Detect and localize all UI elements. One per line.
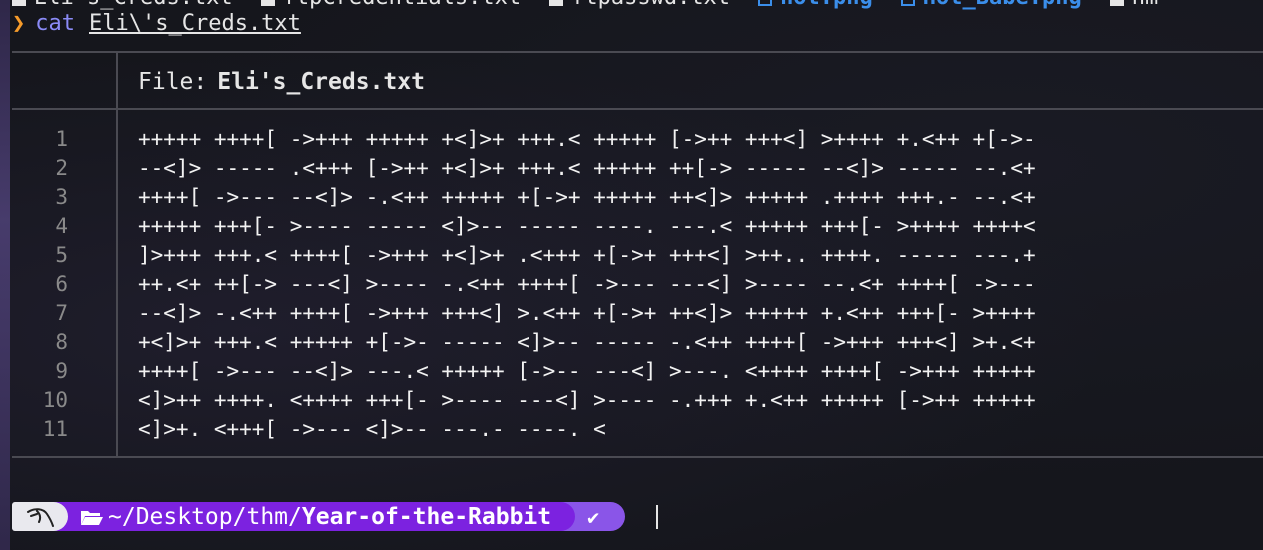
ls-item: ftpCredentials.txt — [260, 0, 521, 10]
ls-item: ftpasswd.txt — [549, 0, 730, 9]
file-header: File: Eli's_Creds.txt — [138, 65, 425, 99]
line-number: 4 — [55, 214, 68, 238]
line-number: 10 — [42, 388, 68, 412]
line-number: 3 — [55, 185, 68, 209]
text-file-icon — [1109, 0, 1124, 6]
cwd-path-current: Year-of-the-Rabbit — [301, 503, 552, 530]
ls-item-name: ftpCredentials.txt — [283, 0, 521, 10]
image-file-icon — [758, 0, 773, 6]
ls-item: Eli's_Creds.txt — [12, 0, 233, 9]
line-number: 7 — [55, 301, 68, 325]
cwd-segment: ~/Desktop/thm/Year-of-the-Rabbit — [52, 502, 576, 531]
line-number: 9 — [55, 359, 68, 383]
bat-output-frame: File: Eli's_Creds.txt 1 2 3 4 5 6 7 8 9 10 11 +++++… — [12, 51, 1263, 458]
line-number: 8 — [55, 330, 68, 354]
line-number: 2 — [55, 156, 68, 180]
file-content[interactable]: +++++ ++++[ ->+++ +++++ +<]>+ +++.< ++++… — [138, 125, 1036, 444]
line-number: 6 — [55, 272, 68, 296]
line-number: 5 — [55, 243, 68, 267]
code-line: +++++ +++[- >---- ----- <]>-- ----- ----… — [138, 214, 1036, 238]
shell-prompt: ~/Desktop/thm/Year-of-the-Rabbit ✔ — [12, 502, 626, 531]
code-line: ++.<+ ++[-> ---<] >---- -.<++ ++++[ ->--… — [138, 272, 1036, 296]
code-line: <]>++ ++++. <++++ +++[- >---- ---<] >---… — [138, 388, 1036, 412]
file-label: File: — [138, 69, 208, 95]
code-line: ]>+++ +++.< ++++[ ->+++ +<]>+ .<+++ +[->… — [138, 243, 1036, 267]
file-name: Eli's_Creds.txt — [217, 69, 425, 95]
ls-item: hm — [1109, 0, 1159, 10]
ls-item: Hot_Babe.png — [900, 0, 1082, 10]
line-number: 11 — [42, 417, 68, 441]
code-line: ++++[ ->--- --<]> -.<++ +++++ +[->+ ++++… — [138, 185, 1036, 209]
prompt-arrow-icon: ❯ — [12, 11, 26, 36]
text-file-icon — [12, 0, 26, 6]
ls-item-name: hot.png — [780, 0, 873, 10]
command-line[interactable]: ❯ cat Eli\'s_Creds.txt — [12, 10, 301, 38]
ls-item: hot.png — [758, 0, 873, 9]
command-argument: Eli\'s_Creds.txt — [89, 11, 301, 36]
desktop-edge — [0, 0, 10, 550]
code-line: --<]> ----- .<+++ [->++ +<]>+ +++.< ++++… — [138, 156, 1036, 180]
frame-bottom-border — [12, 456, 1263, 458]
kali-dragon-icon — [12, 502, 68, 531]
code-line: +++++ ++++[ ->+++ +++++ +<]>+ +++.< ++++… — [138, 127, 1036, 151]
code-line: <]>+. <+++[ ->--- <]>-- ---.- ----. < — [138, 417, 606, 441]
gutter-separator-top — [116, 51, 118, 108]
ls-item-name: Eli's_Creds.txt — [34, 0, 233, 10]
frame-top-border — [12, 51, 1263, 53]
command-name: cat — [35, 11, 75, 36]
ls-item-name: ftpasswd.txt — [571, 0, 730, 10]
line-number-gutter: 1 2 3 4 5 6 7 8 9 10 11 — [12, 125, 116, 444]
code-line: --<]> -.<++ ++++[ ->+++ +++<] >.<++ +[->… — [138, 301, 1036, 325]
code-line: ++++[ ->--- --<]> ---.< +++++ [->-- ---<… — [138, 359, 1036, 383]
line-number: 1 — [55, 127, 68, 151]
image-file-icon — [900, 0, 915, 6]
code-line: +<]>+ +++.< +++++ +[->- ----- <]>-- ----… — [138, 330, 1036, 354]
text-file-icon — [260, 0, 275, 6]
header-divider — [12, 108, 1263, 110]
gutter-separator — [116, 108, 118, 458]
ls-item-name: Hot_Babe.png — [923, 0, 1082, 10]
text-cursor[interactable] — [656, 505, 658, 529]
ls-output-row: Eli's_Creds.txt ftpCredentials.txt ftpassw… — [12, 0, 1186, 9]
folder-open-icon — [81, 510, 103, 525]
ls-item-name: hm — [1132, 0, 1159, 10]
cwd-path-prefix: ~/Desktop/thm/ — [108, 503, 302, 530]
text-file-icon — [549, 0, 564, 6]
